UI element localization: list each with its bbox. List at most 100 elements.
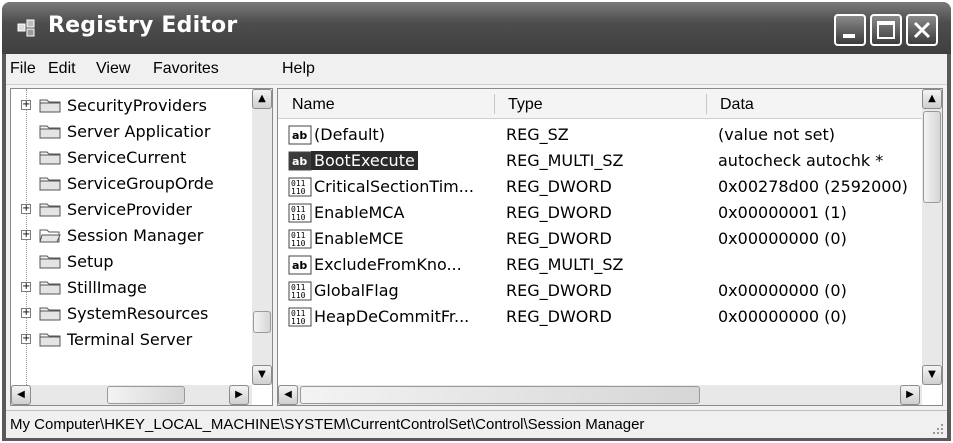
registry-editor-window: Registry Editor File Edit View Favorites… [2,2,951,441]
value-name: EnableMCE [314,229,404,248]
menu-favorites[interactable]: Favorites [153,60,219,78]
tree-item[interactable]: + ServiceProvider [11,197,251,223]
resize-grip-icon[interactable] [931,422,945,436]
tree-item[interactable]: + Terminal Server [11,327,251,353]
tree-item[interactable]: + SecurityProviders [11,93,251,119]
value-row[interactable]: ab ExcludeFromKno... REG_MULTI_SZ [278,252,918,278]
binary-value-icon: 011110 [288,203,312,223]
expand-icon[interactable]: + [21,204,31,214]
value-name: CriticalSectionTim... [314,177,474,196]
expand-icon[interactable]: + [21,334,31,344]
value-name: (Default) [314,125,385,144]
svg-text:ab: ab [292,259,307,272]
tree-item-label: Server Applicatior [67,122,211,141]
column-divider[interactable] [706,94,707,114]
string-value-icon: ab [288,255,312,275]
value-type: REG_MULTI_SZ [506,151,624,170]
menu-view[interactable]: View [96,60,130,78]
scroll-thumb[interactable] [923,111,941,203]
string-value-icon: ab [288,125,312,145]
values-list-pane[interactable]: Name Type Data ab (Default) REG_SZ (value n… [277,88,943,406]
menu-help[interactable]: Help [282,60,315,78]
tree-item[interactable]: + StillImage [11,275,251,301]
tree-item-label: SecurityProviders [67,96,207,115]
value-name: HeapDeCommitFr... [314,307,470,326]
expand-icon[interactable]: + [21,230,31,240]
svg-text:ab: ab [292,129,307,142]
scroll-right-button[interactable]: ▶ [900,385,920,405]
minimize-icon [843,34,855,38]
list-horizontal-scrollbar[interactable]: ◀ ▶ [278,385,922,405]
column-header-name[interactable]: Name [278,89,494,119]
scroll-left-button[interactable]: ◀ [11,385,31,405]
svg-text:110: 110 [291,317,306,326]
tree-item-label: Terminal Server [67,330,193,349]
value-type: REG_DWORD [506,177,612,196]
folder-icon [39,125,61,139]
tree-vertical-scrollbar[interactable]: ▲ ▼ [252,89,272,385]
value-name: EnableMCA [314,203,405,222]
binary-value-icon: 011110 [288,229,312,249]
menu-file[interactable]: File [10,60,36,78]
value-name: ExcludeFromKno... [314,255,462,274]
client-area: File Edit View Favorites Help + SecurityP… [6,54,947,438]
value-data: 0x00000000 (0) [718,307,847,326]
maximize-button[interactable] [870,14,902,46]
folder-icon [39,307,61,321]
scroll-left-button[interactable]: ◀ [278,385,298,405]
svg-text:110: 110 [291,187,306,196]
value-row[interactable]: 011 110 EnableMCE REG_DWORD 0x00000000 (0) [278,226,918,252]
scroll-down-button[interactable]: ▼ [252,365,272,385]
scroll-thumb[interactable] [253,311,271,333]
string-value-icon: ab [288,151,312,171]
expand-icon[interactable]: + [21,308,31,318]
scroll-up-button[interactable]: ▲ [922,89,942,109]
value-type: REG_DWORD [506,307,612,326]
value-row[interactable]: 011 110 EnableMCA REG_DWORD 0x00000001 (1) [278,200,918,226]
binary-value-icon: 011110 [288,281,312,301]
column-header-data[interactable]: Data [706,89,922,119]
column-header-type[interactable]: Type [494,89,706,119]
value-type: REG_MULTI_SZ [506,255,624,274]
key-tree-pane[interactable]: + SecurityProviders Server Applicatior Serv… [10,88,273,406]
tree-item[interactable]: + Session Manager [11,223,251,249]
title-bar[interactable]: Registry Editor [2,2,951,54]
scroll-thumb[interactable] [107,386,185,404]
close-icon [913,21,931,39]
scroll-right-button[interactable]: ▶ [229,385,249,405]
tree-item-label: StillImage [67,278,147,297]
tree-item[interactable]: Setup [11,249,251,275]
value-data: 0x00278d00 (2592000) [718,177,908,196]
scroll-thumb[interactable] [300,386,700,404]
column-divider[interactable] [494,94,495,114]
expand-icon[interactable]: + [21,100,31,110]
value-row[interactable]: ab (Default) REG_SZ (value not set) [278,122,918,148]
value-type: REG_DWORD [506,281,612,300]
tree-horizontal-scrollbar[interactable]: ◀ ▶ [11,385,252,405]
binary-value-icon: 011110 [288,177,312,197]
value-row[interactable]: 011 110 CriticalSectionTim... REG_DWORD 0x00… [278,174,918,200]
scroll-down-button[interactable]: ▼ [922,365,942,385]
value-data: 0x00000000 (0) [718,229,847,248]
scroll-up-button[interactable]: ▲ [252,89,272,109]
folder-icon [39,255,61,269]
expand-icon[interactable]: + [21,282,31,292]
minimize-button[interactable] [834,14,866,46]
tree-item[interactable]: + SystemResources [11,301,251,327]
value-name: BootExecute [311,151,418,170]
folder-icon [39,99,61,113]
svg-text:ab: ab [292,155,307,168]
value-row[interactable]: ab BootExecute REG_MULTI_SZ autocheck autoc… [278,148,918,174]
tree-item[interactable]: ServiceCurrent [11,145,251,171]
value-row[interactable]: 011 110 GlobalFlag REG_DWORD 0x00000000 (0) [278,278,918,304]
close-button[interactable] [906,14,938,46]
list-vertical-scrollbar[interactable]: ▲ ▼ [922,89,942,385]
tree-item[interactable]: Server Applicatior [11,119,251,145]
value-row[interactable]: 011 110 HeapDeCommitFr... REG_DWORD 0x000000… [278,304,918,330]
value-name: GlobalFlag [314,281,399,300]
menu-edit[interactable]: Edit [48,60,76,78]
tree-item[interactable]: ServiceGroupOrde [11,171,251,197]
menu-bar: File Edit View Favorites Help [6,54,947,85]
svg-text:110: 110 [291,213,306,222]
folder-icon [39,333,61,347]
